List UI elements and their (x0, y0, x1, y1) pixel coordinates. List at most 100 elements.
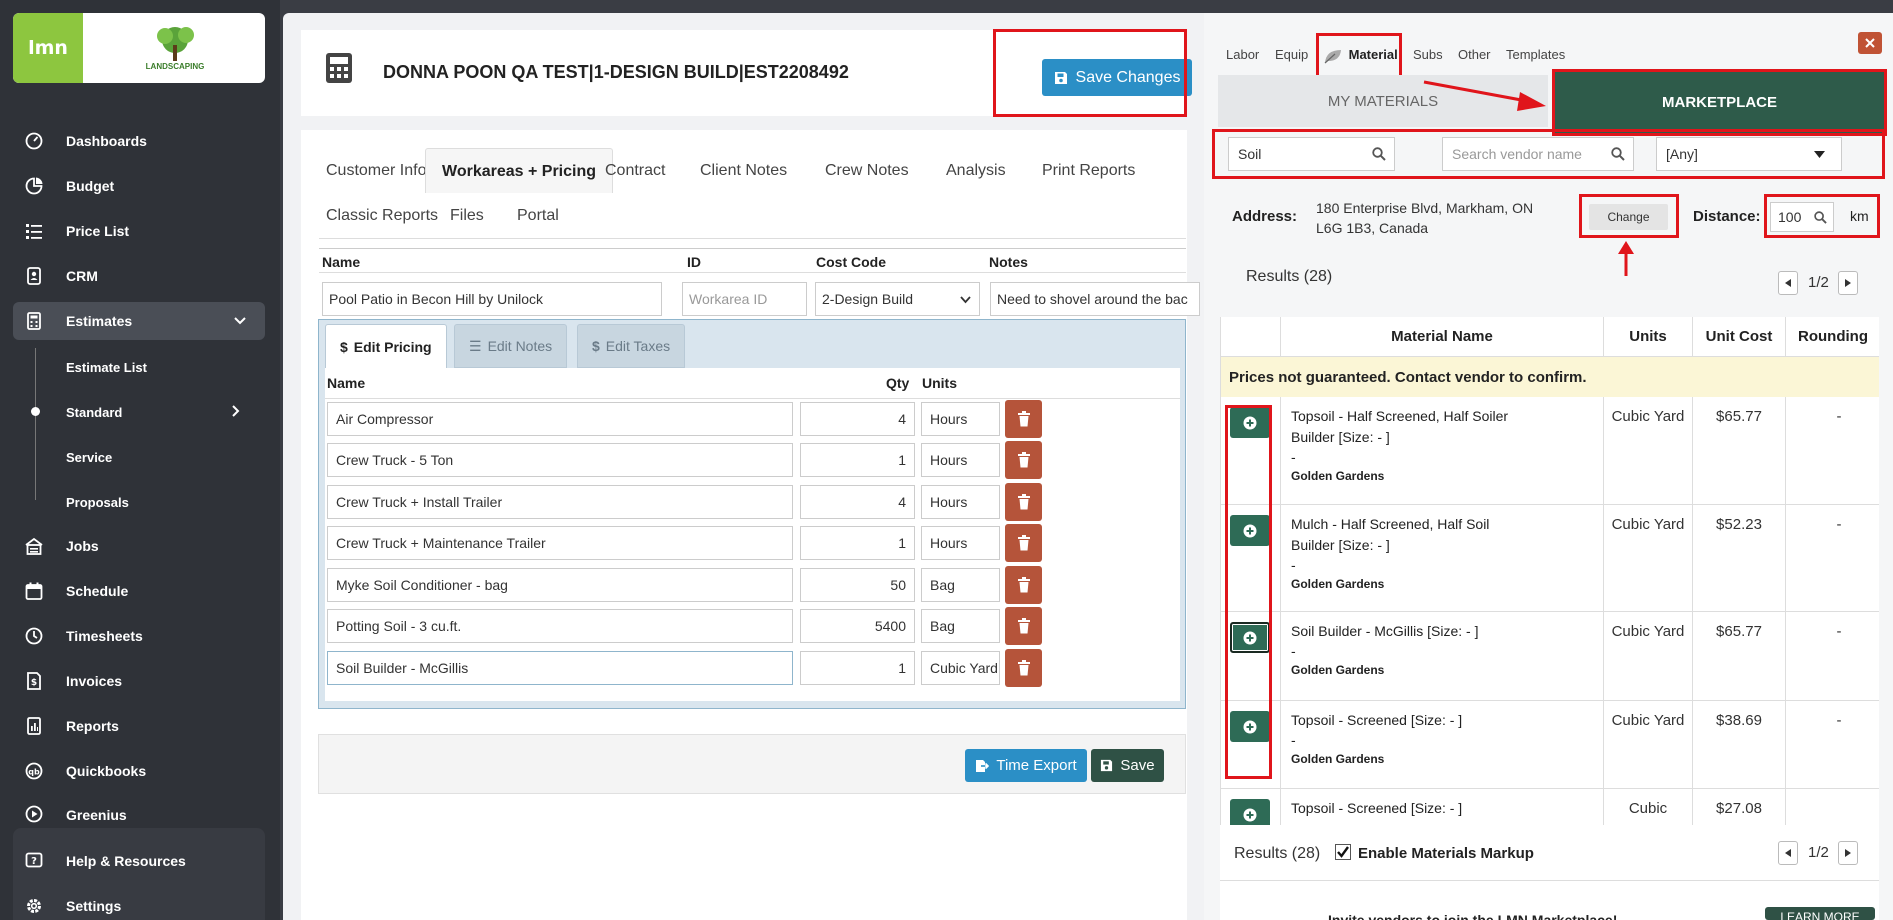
prev-page-button[interactable] (1778, 841, 1798, 865)
item-qty-input[interactable]: 50 (800, 568, 915, 602)
tab-templates[interactable]: Templates (1506, 47, 1565, 62)
change-address-button[interactable]: Change (1589, 204, 1668, 230)
markup-label: Enable Materials Markup (1358, 845, 1534, 862)
tab-edit-pricing[interactable]: $ Edit Pricing (325, 324, 447, 369)
tab-analysis[interactable]: Analysis (946, 162, 1006, 180)
tab-print-reports[interactable]: Print Reports (1042, 162, 1135, 180)
tab-other[interactable]: Other (1458, 47, 1491, 62)
add-material-button[interactable] (1230, 711, 1270, 742)
tab-material[interactable]: Material (1323, 47, 1398, 64)
tab-portal[interactable]: Portal (517, 207, 559, 225)
delete-button[interactable] (1005, 524, 1042, 562)
chevron-down-icon (960, 296, 971, 304)
save-changes-button[interactable]: Save Changes (1042, 59, 1192, 96)
nav-greenius[interactable]: Greenius (13, 796, 265, 826)
item-qty-input[interactable]: 5400 (800, 609, 915, 643)
item-units-input[interactable]: Hours (921, 526, 1000, 560)
tab-files[interactable]: Files (450, 207, 484, 225)
prev-page-button[interactable] (1778, 271, 1798, 295)
time-export-button[interactable]: Time Export (965, 749, 1087, 782)
cost-code-select[interactable]: 2-Design Build (815, 282, 980, 316)
item-units-input[interactable]: Hours (921, 402, 1000, 436)
sub-proposals[interactable]: Proposals (66, 495, 129, 510)
logo-area[interactable]: lmn LANDSCAPING (13, 13, 265, 83)
nav-quickbooks[interactable]: qb Quickbooks (13, 752, 265, 790)
item-units-input[interactable]: Bag (921, 609, 1000, 643)
item-qty-input[interactable]: 1 (800, 651, 915, 685)
save-button[interactable]: Save (1091, 749, 1164, 782)
item-qty-input[interactable]: 1 (800, 526, 915, 560)
nav-jobs[interactable]: Jobs (13, 527, 265, 565)
tab-edit-notes[interactable]: ☰ Edit Notes (454, 324, 568, 368)
tab-labor[interactable]: Labor (1226, 47, 1259, 62)
sub-standard[interactable]: Standard (66, 405, 122, 420)
nav-estimates[interactable]: Estimates (13, 302, 265, 340)
item-qty-input[interactable]: 4 (800, 485, 915, 519)
delete-button[interactable] (1005, 483, 1042, 521)
item-units-input[interactable]: Cubic Yard (921, 651, 1000, 685)
item-units-input[interactable]: Bag (921, 568, 1000, 602)
tab-customer-info[interactable]: Customer Info (326, 162, 426, 180)
distance-input[interactable]: 100 (1770, 202, 1834, 232)
tab-edit-taxes[interactable]: $ Edit Taxes (577, 324, 686, 368)
nav-crm[interactable]: CRM (13, 257, 265, 295)
item-name-input[interactable]: Crew Truck + Maintenance Trailer (327, 526, 793, 560)
tab-subs[interactable]: Subs (1413, 47, 1443, 62)
add-material-button[interactable] (1230, 622, 1270, 653)
tab-client-notes[interactable]: Client Notes (700, 162, 787, 180)
add-material-button[interactable] (1230, 799, 1270, 825)
delete-button[interactable] (1005, 441, 1042, 479)
learn-more-button[interactable]: LEARN MORE (1765, 907, 1875, 920)
delete-button[interactable] (1005, 566, 1042, 604)
nav-price-list[interactable]: Price List (13, 212, 265, 250)
tab-equip[interactable]: Equip (1275, 47, 1308, 62)
tab-crew-notes[interactable]: Crew Notes (825, 162, 909, 180)
tab-label: Material (1348, 47, 1398, 62)
add-material-button[interactable] (1230, 515, 1270, 546)
add-material-button[interactable] (1230, 407, 1270, 438)
item-name-input[interactable]: Potting Soil - 3 cu.ft. (327, 609, 793, 643)
vendor-search-input[interactable]: Search vendor name (1442, 137, 1634, 171)
nav-invoices[interactable]: $ Invoices (13, 662, 265, 700)
nav-help[interactable]: ? Help & Resources (13, 842, 265, 880)
item-name-input[interactable]: Crew Truck + Install Trailer (327, 485, 793, 519)
next-page-button[interactable] (1838, 841, 1858, 865)
nav-settings[interactable]: Settings (13, 887, 265, 920)
tab-contract[interactable]: Contract (605, 162, 665, 180)
nav-label: Budget (66, 178, 115, 194)
delete-button[interactable] (1005, 649, 1042, 687)
item-units-input[interactable]: Hours (921, 443, 1000, 477)
item-qty-input[interactable]: 4 (800, 402, 915, 436)
close-button[interactable] (1858, 32, 1882, 54)
clock-icon (25, 627, 43, 645)
workarea-notes-input[interactable]: Need to shovel around the bac (990, 282, 1200, 316)
lmn-logo[interactable]: lmn (13, 13, 83, 83)
sub-estimate-list[interactable]: Estimate List (66, 360, 147, 375)
sub-service[interactable]: Service (66, 450, 112, 465)
filter-select[interactable]: [Any] (1656, 137, 1842, 171)
nav-budget[interactable]: Budget (13, 167, 265, 205)
nav-dashboards[interactable]: Dashboards (13, 122, 265, 160)
tab-classic-reports[interactable]: Classic Reports (326, 207, 438, 225)
item-units-input[interactable]: Hours (921, 485, 1000, 519)
nav-timesheets[interactable]: Timesheets (13, 617, 265, 655)
workarea-name-input[interactable]: Pool Patio in Becon Hill by Unilock (322, 282, 662, 316)
my-materials-tab[interactable]: MY MATERIALS (1218, 75, 1548, 127)
marketplace-tab[interactable]: MARKETPLACE (1554, 71, 1885, 133)
delete-button[interactable] (1005, 607, 1042, 645)
markup-checkbox[interactable] (1335, 844, 1351, 860)
tab-workareas-pricing[interactable]: Workareas + Pricing (425, 148, 613, 193)
workarea-id-input[interactable]: Workarea ID (682, 282, 807, 316)
item-name-input[interactable]: Soil Builder - McGillis (327, 651, 793, 685)
nav-schedule[interactable]: Schedule (13, 572, 265, 610)
item-name-input[interactable]: Myke Soil Conditioner - bag (327, 568, 793, 602)
lines-icon: ☰ (469, 337, 482, 354)
delete-button[interactable] (1005, 400, 1042, 438)
next-page-button[interactable] (1838, 271, 1858, 295)
item-qty-input[interactable]: 1 (800, 443, 915, 477)
item-name-input[interactable]: Air Compressor (327, 402, 793, 436)
material-search-input[interactable]: Soil (1228, 137, 1395, 171)
nav-reports[interactable]: Reports (13, 707, 265, 745)
page-indicator: 1/2 (1808, 274, 1829, 291)
item-name-input[interactable]: Crew Truck - 5 Ton (327, 443, 793, 477)
